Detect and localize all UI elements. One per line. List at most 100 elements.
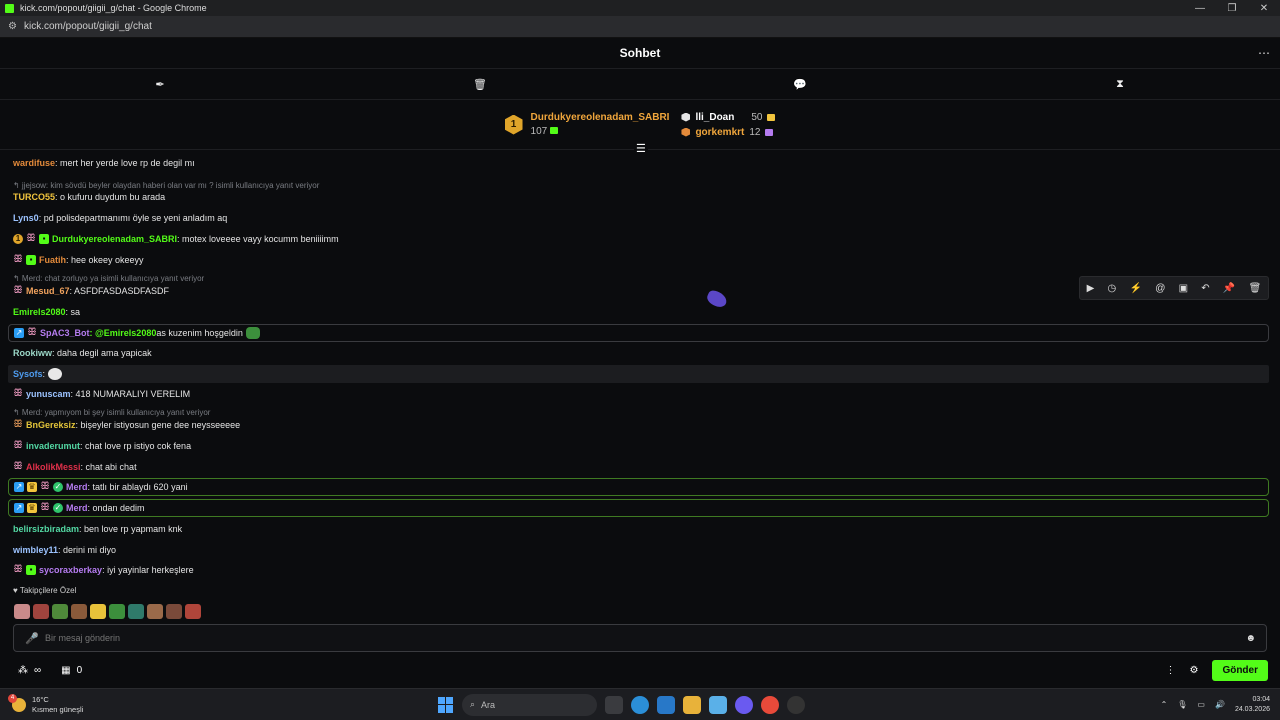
- settings-app-icon[interactable]: [709, 695, 727, 714]
- username[interactable]: belirsizbiradam: [13, 524, 79, 534]
- infinity-icon[interactable]: ∞: [34, 665, 41, 676]
- pin-icon[interactable]: ✒: [0, 78, 320, 91]
- username[interactable]: wardifuse: [13, 158, 55, 168]
- username[interactable]: Fuatih: [39, 255, 66, 265]
- reply-context[interactable]: ↰ Merd: chat zorluyo ya isimli kullanıcı…: [13, 274, 204, 283]
- emote-2[interactable]: [33, 604, 49, 619]
- username[interactable]: Mesud_67: [26, 286, 70, 296]
- chat-message[interactable]: ꕥ BnGereksiz: bişeyler istiyosun gene de…: [8, 420, 1269, 431]
- site-settings-icon[interactable]: ⚙: [8, 21, 18, 32]
- volume-icon[interactable]: 🔊: [1215, 700, 1225, 709]
- taskbar-search[interactable]: ⌕ Ara: [462, 693, 597, 716]
- more-options-icon[interactable]: ⋯: [1258, 46, 1270, 60]
- username[interactable]: wimbley11: [13, 545, 58, 555]
- chat-message[interactable]: Rookiww: daha degil ama yapicak: [8, 348, 1269, 358]
- send-button[interactable]: Gönder: [1212, 659, 1268, 681]
- discord-icon[interactable]: [735, 695, 753, 714]
- address-bar[interactable]: ⚙ kick.com/popout/giigii_g/chat: [0, 16, 1280, 38]
- hourglass-icon[interactable]: ⧗: [960, 78, 1280, 91]
- chat-message[interactable]: ꕥ ▪ sycoraxberkay: iyi yayinlar herkeşler…: [8, 565, 1269, 575]
- username[interactable]: Lyns0: [13, 213, 39, 223]
- emote-4[interactable]: [71, 604, 87, 619]
- leaderboard-second[interactable]: lli_Doan 50: [681, 110, 776, 125]
- chrome-icon[interactable]: [761, 695, 779, 714]
- highlighted-message[interactable]: ↗ ♛ ꕥ ✓ Merd: ondan dedim: [8, 499, 1269, 517]
- chat-message[interactable]: Emirels2080: sa: [8, 307, 1269, 317]
- mention[interactable]: : @Emirels2080: [90, 328, 157, 338]
- username[interactable]: Rookiww: [13, 348, 52, 358]
- task-view-icon[interactable]: [605, 695, 623, 714]
- username[interactable]: Merd: [66, 503, 88, 513]
- emote-10[interactable]: [185, 604, 201, 619]
- highlighted-message[interactable]: ↗ ꕥ SpAC3_Bot: @Emirels2080 as kuzenim ho…: [8, 324, 1269, 342]
- username[interactable]: BnGereksiz: [26, 420, 76, 430]
- username[interactable]: TURCO55: [13, 192, 55, 202]
- restore-button[interactable]: ❐: [1216, 3, 1248, 14]
- chat-message[interactable]: ꕥ AlkolikMessi: chat abi chat: [8, 462, 1269, 473]
- more-vertical-icon[interactable]: ⋮: [1165, 665, 1175, 676]
- emote-9[interactable]: [166, 604, 182, 619]
- third-name[interactable]: gorkemkrt: [695, 125, 744, 140]
- points-icon[interactable]: ⁂: [18, 665, 28, 676]
- network-icon[interactable]: ▭: [1197, 700, 1205, 709]
- emote-7[interactable]: [128, 604, 144, 619]
- reply-context[interactable]: ↰ jjejsow: kim sövdü beyler olaydan habe…: [13, 181, 319, 190]
- pin-message-icon[interactable]: 📌: [1223, 283, 1235, 294]
- minimize-button[interactable]: —: [1184, 3, 1216, 14]
- message-input[interactable]: [45, 633, 1246, 643]
- message-input-box[interactable]: 🎤 ☻: [13, 624, 1267, 652]
- microphone-icon[interactable]: 🎤: [25, 632, 39, 645]
- emote-1[interactable]: [14, 604, 30, 619]
- username[interactable]: invaderumut: [26, 441, 80, 451]
- edge-icon[interactable]: [631, 695, 649, 714]
- leaderboard-third[interactable]: gorkemkrt 12: [681, 125, 775, 140]
- start-icon[interactable]: [438, 696, 454, 713]
- username[interactable]: yunuscam: [26, 389, 71, 399]
- timeout-icon[interactable]: ◷: [1108, 283, 1117, 294]
- slow-icon[interactable]: ⚡: [1130, 283, 1142, 294]
- file-explorer-icon[interactable]: [683, 695, 701, 714]
- delete-message-icon[interactable]: 🗑: [1249, 283, 1262, 294]
- store-icon[interactable]: ▦: [61, 665, 70, 676]
- emote-3[interactable]: [52, 604, 68, 619]
- url-text[interactable]: kick.com/popout/giigii_g/chat: [24, 21, 152, 32]
- username[interactable]: sycoraxberkay: [39, 565, 102, 575]
- play-icon[interactable]: ▶: [1087, 283, 1095, 294]
- leader-name[interactable]: Durdukyereolenadam_SABRI: [531, 111, 670, 125]
- weather-widget[interactable]: 4 16°C Kısmen güneşli: [8, 693, 83, 715]
- second-name[interactable]: lli_Doan: [695, 110, 734, 125]
- username[interactable]: SpAC3_Bot: [40, 328, 90, 338]
- chat-message[interactable]: wimbley11: derini mi diyo: [8, 545, 1269, 555]
- username[interactable]: Emirels2080: [13, 307, 66, 317]
- close-button[interactable]: ✕: [1248, 3, 1280, 14]
- leaderboard-first[interactable]: Durdukyereolenadam_SABRI 107: [531, 111, 670, 139]
- username[interactable]: Sysofs: [13, 369, 43, 379]
- chat-message[interactable]: ꕥ invaderumut: chat love rp istiyo cok f…: [8, 441, 1269, 452]
- obs-icon[interactable]: [787, 695, 805, 714]
- tray-overflow-icon[interactable]: ⌃: [1161, 700, 1168, 709]
- chat-message[interactable]: 1 ꕥ ▪ Durdukyereolenadam_SABRI: motex love…: [8, 234, 1269, 244]
- emote-5[interactable]: [90, 604, 106, 619]
- emote-6[interactable]: [109, 604, 125, 619]
- chat-message[interactable]: ꕥ yunuscam: 418 NUMARALIYI VERELIM: [8, 389, 1269, 400]
- clock[interactable]: 03:04 24.03.2026: [1235, 695, 1270, 715]
- chat-message[interactable]: Lyns0: pd polisdepartmanımı öyle se yeni…: [8, 213, 1269, 223]
- chat-message[interactable]: TURCO55: o kufuru duydum bu arada: [8, 192, 1269, 202]
- emoji-picker-icon[interactable]: ☻: [1245, 633, 1256, 644]
- chat-message[interactable]: wardifuse: mert her yerde love rp de deg…: [8, 158, 1269, 168]
- settings-gear-icon[interactable]: ⚙: [1189, 665, 1198, 676]
- username[interactable]: Merd: [66, 482, 88, 492]
- mic-tray-icon[interactable]: 🎙: [1177, 700, 1187, 709]
- reply-icon[interactable]: ↶: [1201, 283, 1209, 294]
- emote-8[interactable]: [147, 604, 163, 619]
- chat-message[interactable]: belirsizbiradam: ben love rp yapmam knk: [8, 524, 1269, 534]
- mention-icon[interactable]: @: [1155, 283, 1165, 294]
- chat-message-hovered[interactable]: Sysofs:: [8, 365, 1269, 383]
- username[interactable]: Durdukyereolenadam_SABRI: [52, 234, 177, 244]
- trash-icon[interactable]: 🗑: [320, 78, 640, 91]
- reply-context[interactable]: ↰ Merd: yapmıyom bi şey isimli kullanıcı…: [13, 408, 210, 417]
- copy-icon[interactable]: ▣: [1179, 283, 1188, 294]
- highlighted-message[interactable]: ↗ ♛ ꕥ ✓ Merd: tatlı bir ablaydı 620 yani: [8, 478, 1269, 496]
- chat-message[interactable]: ꕥ ▪ Fuatih: hee okeey okeeyy: [8, 255, 1269, 265]
- store-app-icon[interactable]: [657, 695, 675, 714]
